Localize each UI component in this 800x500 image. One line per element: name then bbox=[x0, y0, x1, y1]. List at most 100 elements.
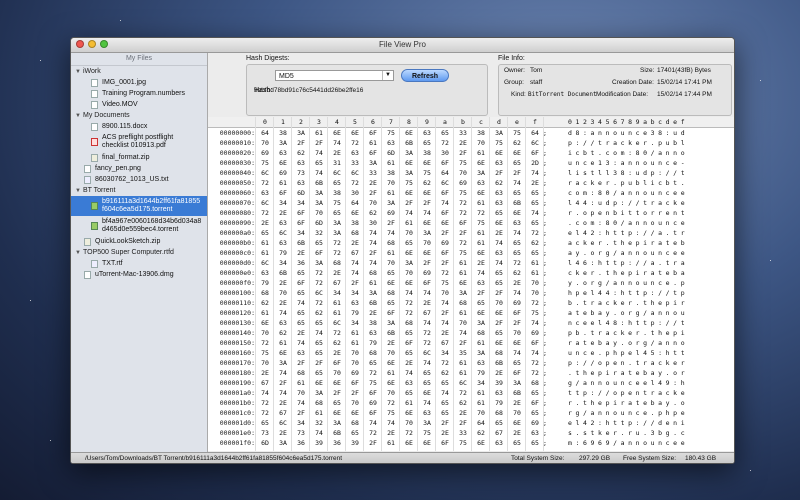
hex-byte[interactable]: 72 bbox=[472, 208, 490, 218]
hex-byte[interactable]: 63 bbox=[274, 238, 292, 248]
hex-byte[interactable]: 65 bbox=[292, 288, 310, 298]
hex-byte[interactable]: 3A bbox=[400, 148, 418, 158]
hex-byte[interactable]: 72 bbox=[310, 278, 328, 288]
hex-byte[interactable]: 65 bbox=[526, 188, 544, 198]
hex-byte[interactable]: 2E bbox=[382, 428, 400, 438]
hex-byte[interactable]: 63 bbox=[418, 128, 436, 138]
hex-byte[interactable]: 72 bbox=[436, 358, 454, 368]
hex-byte[interactable]: 6C bbox=[256, 258, 274, 268]
hex-byte[interactable]: 75 bbox=[454, 188, 472, 198]
hex-byte[interactable]: 6F bbox=[436, 208, 454, 218]
hex-byte[interactable]: 6E bbox=[472, 188, 490, 198]
hex-byte[interactable]: 30 bbox=[436, 148, 454, 158]
hex-byte[interactable]: 6F bbox=[436, 188, 454, 198]
hex-byte[interactable]: 61 bbox=[526, 268, 544, 278]
hex-byte[interactable]: 2F bbox=[508, 168, 526, 178]
hex-row[interactable]: 00000150: 72 61 74 65 62 61 79 2E 6F 72 67 2F 61 6E 6E 6… bbox=[208, 338, 734, 348]
hex-byte[interactable]: 6E bbox=[418, 188, 436, 198]
hex-byte[interactable]: 6E bbox=[382, 378, 400, 388]
hex-byte[interactable]: 6E bbox=[490, 148, 508, 158]
hex-byte[interactable]: 72 bbox=[508, 258, 526, 268]
hex-byte[interactable]: 3A bbox=[274, 138, 292, 148]
hex-byte[interactable]: 38 bbox=[274, 128, 292, 138]
hex-byte[interactable]: 68 bbox=[400, 318, 418, 328]
hex-byte[interactable]: 70 bbox=[382, 258, 400, 268]
hex-byte[interactable]: 72 bbox=[454, 198, 472, 208]
hex-byte[interactable]: 68 bbox=[292, 368, 310, 378]
hex-byte[interactable]: 3A bbox=[364, 158, 382, 168]
hex-byte[interactable]: 74 bbox=[364, 228, 382, 238]
hex-byte[interactable]: 2F bbox=[508, 318, 526, 328]
hex-byte[interactable]: 6F bbox=[274, 188, 292, 198]
hex-byte[interactable]: 30 bbox=[364, 218, 382, 228]
hex-byte[interactable]: 65 bbox=[400, 348, 418, 358]
hex-byte[interactable]: 62 bbox=[454, 398, 472, 408]
hex-byte[interactable]: 2F bbox=[310, 138, 328, 148]
hex-byte[interactable]: 70 bbox=[256, 358, 274, 368]
hex-view[interactable]: 0 1 2 3 4 5 6 7 8 9 a b c d e f 0123456789abcdef 0000000… bbox=[208, 117, 734, 451]
hex-byte[interactable]: 72 bbox=[526, 298, 544, 308]
hex-byte[interactable]: 6E bbox=[508, 148, 526, 158]
hex-byte[interactable]: 69 bbox=[274, 168, 292, 178]
hex-byte[interactable]: 6F bbox=[508, 308, 526, 318]
hex-byte[interactable]: 72 bbox=[328, 328, 346, 338]
hex-byte[interactable]: 2F bbox=[472, 288, 490, 298]
hex-byte[interactable]: 6E bbox=[418, 438, 436, 448]
hex-byte[interactable]: 74 bbox=[508, 288, 526, 298]
hex-byte[interactable]: 79 bbox=[472, 368, 490, 378]
hash-algorithm-select[interactable]: MD5 ▼ bbox=[275, 70, 394, 81]
hex-byte[interactable]: 3A bbox=[418, 228, 436, 238]
hex-byte[interactable]: 72 bbox=[526, 228, 544, 238]
hex-byte[interactable]: 2F bbox=[382, 218, 400, 228]
hex-byte[interactable]: 3A bbox=[472, 168, 490, 178]
hex-byte[interactable]: 73 bbox=[256, 428, 274, 438]
hex-byte[interactable]: 6B bbox=[508, 388, 526, 398]
hex-byte[interactable]: 63 bbox=[418, 408, 436, 418]
hex-byte[interactable]: 6F bbox=[292, 208, 310, 218]
hex-byte[interactable]: 70 bbox=[472, 408, 490, 418]
hex-byte[interactable]: 2E bbox=[490, 368, 508, 378]
hex-byte[interactable]: 70 bbox=[328, 368, 346, 378]
hex-byte[interactable]: 72 bbox=[328, 248, 346, 258]
hex-byte[interactable]: 65 bbox=[490, 328, 508, 338]
disclosure-triangle-icon[interactable]: ▼ bbox=[75, 111, 83, 122]
file-item[interactable]: uTorrent-Mac-13906.dmg bbox=[71, 269, 207, 280]
file-item[interactable]: fancy_pen.png bbox=[71, 163, 207, 174]
sidebar-group-bt-torrent[interactable]: ▼ BT Torrent bbox=[71, 185, 207, 196]
hex-byte[interactable]: 6F bbox=[310, 248, 328, 258]
hex-byte[interactable]: 65 bbox=[310, 338, 328, 348]
hex-byte[interactable]: 65 bbox=[436, 128, 454, 138]
hex-byte[interactable]: 72 bbox=[418, 338, 436, 348]
hex-row[interactable]: 00000030: 75 6E 63 65 31 33 3A 61 6E 6E 6F 75 6E 63 65 2… bbox=[208, 158, 734, 168]
hex-byte[interactable]: 68 bbox=[382, 238, 400, 248]
hex-byte[interactable]: 6F bbox=[508, 368, 526, 378]
hex-byte[interactable]: 65 bbox=[436, 408, 454, 418]
hex-byte[interactable]: 2F bbox=[364, 248, 382, 258]
hex-row[interactable]: 000001c0: 72 67 2F 61 6E 6E 6F 75 6E 63 65 2E 70 68 70 6… bbox=[208, 408, 734, 418]
hex-row[interactable]: 00000180: 2E 74 68 65 70 69 72 61 74 65 62 61 79 2E 6F 7… bbox=[208, 368, 734, 378]
hex-byte[interactable]: 6E bbox=[274, 348, 292, 358]
hex-byte[interactable]: 6B bbox=[364, 298, 382, 308]
hex-byte[interactable]: 61 bbox=[328, 298, 346, 308]
hex-byte[interactable]: 70 bbox=[382, 178, 400, 188]
hex-byte[interactable]: 6D bbox=[256, 438, 274, 448]
hex-byte[interactable]: 6E bbox=[508, 418, 526, 428]
hex-byte[interactable]: 63 bbox=[490, 388, 508, 398]
hex-byte[interactable]: 69 bbox=[454, 178, 472, 188]
hex-byte[interactable]: 74 bbox=[364, 418, 382, 428]
hex-row[interactable]: 000001e0: 73 2E 73 74 6B 65 72 2E 72 75 2E 33 62 67 2E 6… bbox=[208, 428, 734, 438]
hex-byte[interactable]: 38 bbox=[472, 128, 490, 138]
hex-byte[interactable]: 6E bbox=[400, 188, 418, 198]
hex-byte[interactable]: 2F bbox=[490, 168, 508, 178]
hex-byte[interactable]: 74 bbox=[382, 418, 400, 428]
hex-byte[interactable]: 2F bbox=[436, 228, 454, 238]
hex-byte[interactable]: 63 bbox=[382, 138, 400, 148]
hex-byte[interactable]: 3A bbox=[508, 378, 526, 388]
file-item[interactable]: TXT.rtf bbox=[71, 258, 207, 269]
hex-byte[interactable]: 6F bbox=[436, 248, 454, 258]
hex-byte[interactable]: 65 bbox=[418, 368, 436, 378]
hex-byte[interactable]: 2E bbox=[472, 258, 490, 268]
hex-byte[interactable]: 61 bbox=[328, 308, 346, 318]
hex-byte[interactable]: 34 bbox=[292, 418, 310, 428]
hex-byte[interactable]: 2F bbox=[346, 388, 364, 398]
